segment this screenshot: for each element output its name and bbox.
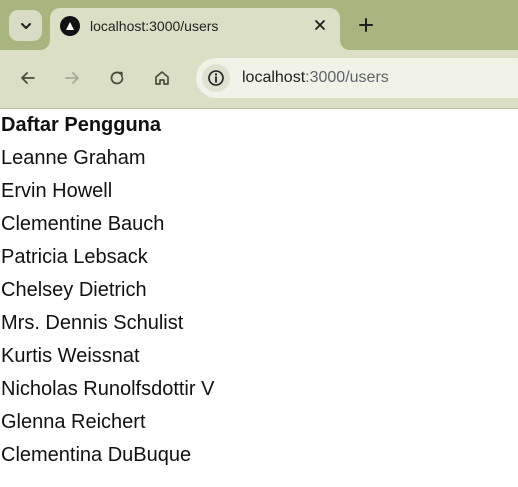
user-list-item: Leanne Graham <box>1 147 146 169</box>
user-list-item: Ervin Howell <box>1 180 113 202</box>
reload-icon <box>108 69 126 87</box>
info-icon <box>207 69 225 87</box>
tab-strip: localhost:3000/users <box>0 0 518 50</box>
browser-toolbar: localhost:3000/users <box>0 50 518 109</box>
reload-button[interactable] <box>104 65 130 91</box>
user-list-item: Patricia Lebsack <box>1 246 148 268</box>
home-icon <box>153 69 171 87</box>
user-list-item: Chelsey Dietrich <box>1 279 147 301</box>
user-list-item: Glenna Reichert <box>1 411 146 433</box>
url-path: :3000/users <box>305 69 389 86</box>
browser-tab[interactable]: localhost:3000/users <box>50 8 340 50</box>
browser-window: localhost:3000/users localhost:3000/user… <box>0 0 518 487</box>
page-content: Daftar Pengguna Leanne Graham Ervin Howe… <box>0 109 518 487</box>
address-bar[interactable]: localhost:3000/users <box>196 58 518 98</box>
user-list-item: Clementine Bauch <box>1 213 165 235</box>
tab-search-button[interactable] <box>9 10 42 41</box>
plus-icon <box>358 17 374 33</box>
tab-title: localhost:3000/users <box>90 18 219 34</box>
site-info-button[interactable] <box>202 64 230 92</box>
forward-button[interactable] <box>59 65 85 91</box>
tab-close-button[interactable] <box>310 15 330 35</box>
arrow-left-icon <box>19 69 37 87</box>
url-host: localhost <box>242 69 306 86</box>
url-text: localhost:3000/users <box>242 69 389 87</box>
nextjs-triangle-icon <box>60 16 80 36</box>
user-list-item: Clementina DuBuque <box>1 444 192 466</box>
back-button[interactable] <box>15 65 41 91</box>
home-button[interactable] <box>149 65 175 91</box>
chevron-down-icon <box>19 19 33 33</box>
arrow-right-icon <box>63 69 81 87</box>
close-icon <box>314 19 326 31</box>
user-list-item: Kurtis Weissnat <box>1 345 140 367</box>
new-tab-button[interactable] <box>354 13 378 37</box>
user-list: Leanne Graham Ervin Howell Clementine Ba… <box>0 142 518 472</box>
user-list-item: Mrs. Dennis Schulist <box>1 312 184 334</box>
page-title: Daftar Pengguna <box>1 114 162 136</box>
user-list-item: Nicholas Runolfsdottir V <box>1 378 215 400</box>
